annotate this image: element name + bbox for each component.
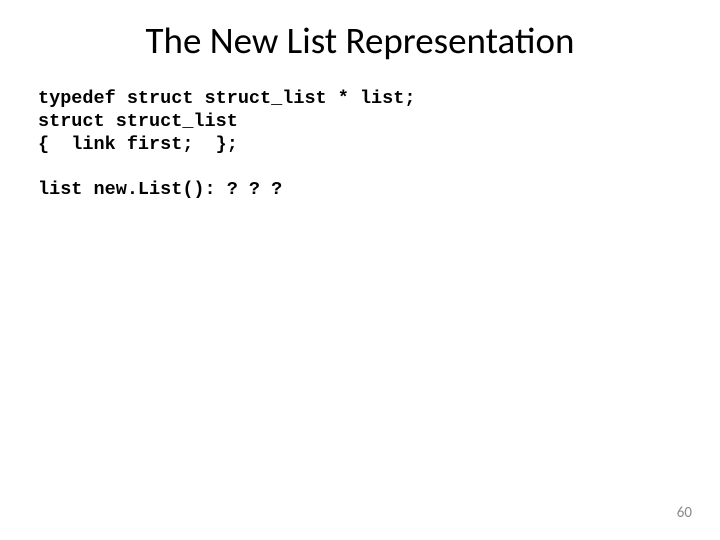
code-line-2: struct struct_list [38, 111, 238, 132]
code-line-1: typedef struct struct_list * list; [38, 88, 415, 109]
code-block: typedef struct struct_list * list; struc… [0, 73, 720, 202]
slide-title: The New List Representation [0, 0, 720, 73]
code-line-4: list new.List(): ? ? ? [38, 178, 720, 201]
slide: The New List Representation typedef stru… [0, 0, 720, 540]
page-number: 60 [677, 504, 692, 522]
code-line-3: { link first; }; [38, 134, 238, 155]
